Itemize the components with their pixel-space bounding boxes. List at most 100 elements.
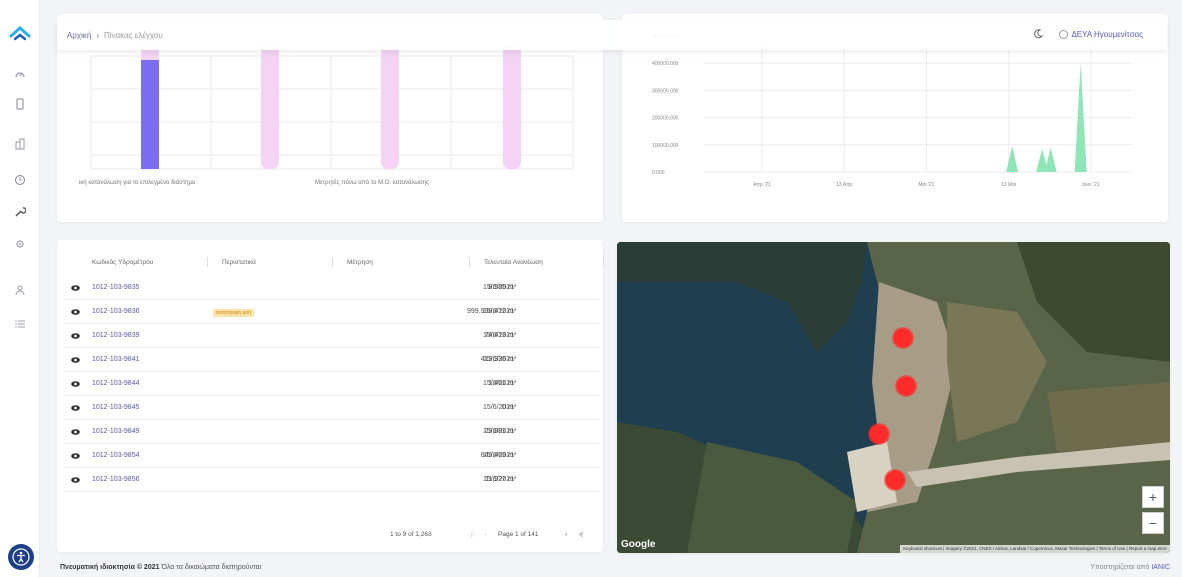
copyright-rest: Όλα τα δικαιώματα διατηρούνται (161, 564, 262, 571)
x-tick-label: Ιουν '21 (1082, 182, 1100, 188)
meter-code-link[interactable]: 1012-103-9854 (92, 452, 140, 459)
wrench-icon[interactable] (12, 204, 28, 220)
pager-page: Page 1 of 141 (498, 531, 539, 538)
meter-code-link[interactable]: 1012-103-9836 (92, 308, 140, 315)
map-cluster-marker[interactable] (892, 327, 914, 349)
area-peak (1006, 146, 1019, 172)
breadcrumb: Αρχική › Πίνακας ελέγχου (67, 31, 163, 40)
gear-icon[interactable] (12, 236, 28, 252)
map-attribution[interactable]: Keyboard shortcuts | Imagery ©2021, CNES… (900, 545, 1170, 553)
view-eye-icon[interactable] (71, 404, 80, 412)
last-update-value: 15/6/2021 (483, 332, 515, 339)
zoom-in-button[interactable]: + (1142, 486, 1164, 508)
google-logo: Google (621, 539, 656, 550)
accessibility-button[interactable] (8, 544, 34, 570)
user-name: ΔΕΥΑ Ηγουμενίτσας (1071, 29, 1143, 39)
last-update-value: 15/6/2021 (483, 380, 515, 387)
meter-code-link[interactable]: 1012-103-9856 (92, 476, 140, 483)
meter-code-link[interactable]: 1012-103-9841 (92, 356, 140, 363)
top-header: Αρχική › Πίνακας ελέγχου ΔΕΥΑ Ηγουμενίτσ… (57, 20, 1167, 50)
meters-table-card: Κωδικός Υδρομέτρου Περιστατικά Μέτρηση Τ… (57, 240, 604, 552)
prev-page-icon[interactable]: ‹ (485, 531, 487, 538)
copyright-bold: Πνευματική ιδιοκτησία © 2021 (60, 564, 160, 571)
last-update-value: 15/6/2021 (483, 428, 515, 435)
first-page-icon[interactable]: |‹ (471, 531, 475, 538)
view-eye-icon[interactable] (71, 452, 80, 460)
breadcrumb-current: Πίνακας ελέγχου (103, 31, 163, 40)
map-cluster-marker[interactable] (895, 375, 917, 397)
last-update-value: 15/6/2021 (483, 452, 515, 459)
next-page-icon[interactable]: › (565, 531, 567, 538)
last-update-value: 15/6/2021 (483, 284, 515, 291)
view-eye-icon[interactable] (71, 308, 80, 316)
sidebar (0, 0, 40, 577)
map-cluster-marker[interactable] (868, 423, 890, 445)
meter-code-link[interactable]: 1012-103-9849 (92, 428, 140, 435)
footer-support: Υποστηρίζεται από IANIC (1090, 564, 1170, 571)
user-menu[interactable]: ΔΕΥΑ Ηγουμενίτσας (1059, 29, 1143, 39)
meter-code-link[interactable]: 1012-103-9835 (92, 284, 140, 291)
view-eye-icon[interactable] (71, 284, 80, 292)
bar-background-4 (503, 42, 521, 169)
map-cluster-marker[interactable] (884, 469, 906, 491)
device-icon[interactable] (12, 96, 28, 112)
x-tick-label: 13 Απρ (836, 182, 852, 188)
user-avatar-icon (1059, 29, 1069, 39)
col-header-measurement[interactable]: Μέτρηση (347, 259, 373, 266)
table-row[interactable]: 1012-103-9845 0 m³ 15/6/2021 (65, 396, 599, 420)
meters-map[interactable]: + − Google Keyboard shortcuts | Imagery … (617, 242, 1170, 553)
last-update-value: 15/6/2021 (483, 308, 515, 315)
y-tick-label: 300000.000 (652, 88, 679, 94)
meter-code-link[interactable]: 1012-103-9844 (92, 380, 140, 387)
satellite-map (617, 242, 1170, 553)
zoom-out-button[interactable]: − (1142, 512, 1164, 534)
table-row[interactable]: 1012-103-9835 8.585 m³ 15/6/2021 (65, 276, 599, 300)
last-update-value: 15/6/2021 (483, 404, 515, 411)
view-eye-icon[interactable] (71, 380, 80, 388)
gauge-icon[interactable] (12, 66, 28, 82)
meter-code-link[interactable]: 1012-103-9845 (92, 404, 140, 411)
incident-badge: αντίστροφη ροή (213, 309, 254, 317)
bar-background-2 (261, 42, 279, 169)
table-row[interactable]: 1012-103-9844 1,461 m³ 15/6/2021 (65, 372, 599, 396)
buildings-icon[interactable] (12, 136, 28, 152)
last-update-value: 15/6/2021 (483, 476, 515, 483)
table-row[interactable]: 1012-103-9841 413,336 m³ 15/6/2021 (65, 348, 599, 372)
accessibility-icon (12, 548, 30, 566)
support-brand-link[interactable]: IANIC (1151, 564, 1170, 571)
last-page-icon[interactable]: ›| (579, 531, 583, 538)
pager-range: 1 to 9 of 1,263 (390, 531, 432, 538)
dark-mode-icon[interactable] (1033, 29, 1044, 39)
view-eye-icon[interactable] (71, 428, 80, 436)
view-eye-icon[interactable] (71, 332, 80, 340)
support-text: Υποστηρίζεται από (1090, 564, 1150, 571)
col-header-last-update[interactable]: Τελευταία Ανανέωση (484, 259, 543, 266)
breadcrumb-home[interactable]: Αρχική (67, 31, 91, 40)
x-tick-label: Μαι '21 (918, 182, 934, 188)
list-icon[interactable] (12, 316, 28, 332)
view-eye-icon[interactable] (71, 476, 80, 484)
x-tick-label: Απρ '21 (753, 182, 771, 188)
app-logo[interactable] (8, 24, 32, 44)
table-header: Κωδικός Υδρομέτρου Περιστατικά Μέτρηση Τ… (57, 248, 604, 276)
bar-primary-1 (141, 60, 159, 169)
last-update-value: 15/6/2021 (483, 356, 515, 363)
table-row[interactable]: 1012-103-9856 11,927 m³ 15/6/2021 (65, 468, 599, 492)
y-tick-label: 400000.000 (652, 61, 679, 67)
table-row[interactable]: 1012-103-9854 645,469 m³ 15/6/2021 (65, 444, 599, 468)
bar-background-3 (381, 42, 399, 169)
y-tick-label: 100000.000 (652, 143, 679, 149)
meter-code-link[interactable]: 1012-103-9839 (92, 332, 140, 339)
clock-icon[interactable] (12, 172, 28, 188)
col-header-code[interactable]: Κωδικός Υδρομέτρου (92, 259, 153, 266)
table-row[interactable]: 1012-103-9849 23,881 m³ 15/6/2021 (65, 420, 599, 444)
col-header-incidents[interactable]: Περιστατικά (222, 259, 256, 266)
view-eye-icon[interactable] (71, 356, 80, 364)
footer-copyright: Πνευματική ιδιοκτησία © 2021 Όλα τα δικα… (60, 564, 261, 571)
bar-legend-above-average: Μετρητές πάνω από το Μ.Ο. κατανάλωσης (315, 180, 429, 186)
user-icon[interactable] (12, 282, 28, 298)
area-peak (1044, 147, 1057, 172)
table-row[interactable]: 1012-103-9839 74,413 m³ 15/6/2021 (65, 324, 599, 348)
table-row[interactable]: 1012-103-9836 αντίστροφη ροή 999.938,412 m… (65, 300, 599, 324)
y-tick-label: 0.000 (652, 170, 665, 176)
